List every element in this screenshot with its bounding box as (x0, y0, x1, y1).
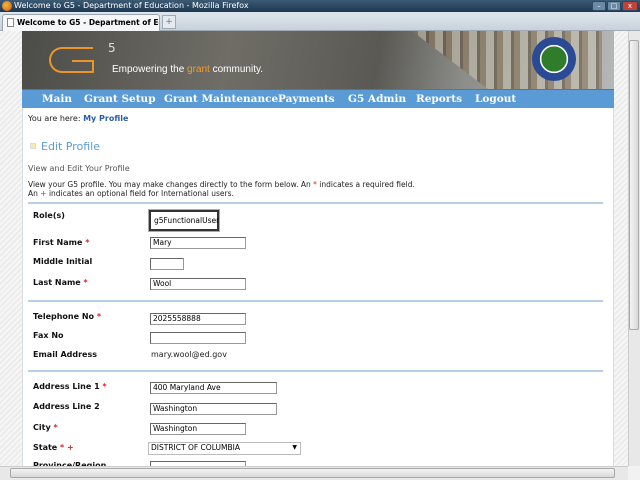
roles-listbox[interactable]: g5FunctionalUser (148, 209, 220, 232)
breadcrumb-prefix: You are here: (28, 114, 81, 123)
fax-label: Fax No (33, 331, 64, 340)
email-label: Email Address (33, 350, 98, 359)
banner: 5 Empowering the grant community. (22, 31, 614, 89)
bullet-icon (30, 143, 36, 149)
roles-label: Role(s) (33, 211, 65, 220)
first-name-input[interactable]: Mary (150, 237, 246, 249)
close-button[interactable]: x (622, 1, 638, 11)
firefox-icon (2, 1, 12, 11)
city-input[interactable]: Washington (150, 423, 246, 435)
department-seal-icon (532, 37, 576, 81)
logo-superscript: 5 (108, 41, 116, 55)
state-label: State * + (33, 443, 74, 452)
nav-main[interactable]: Main (42, 90, 72, 108)
window-title: Welcome to G5 - Department of Education … (14, 1, 249, 10)
divider (28, 202, 603, 204)
nav-grant-setup[interactable]: Grant Setup (84, 90, 156, 108)
address1-input[interactable]: 400 Maryland Ave (150, 382, 277, 394)
nav-reports[interactable]: Reports (416, 90, 462, 108)
state-select[interactable]: DISTRICT OF COLUMBIA ▼ (148, 442, 301, 455)
nav-grant-maintenance[interactable]: Grant Maintenance (164, 90, 278, 108)
tagline-text: Empowering the (112, 64, 188, 75)
minimize-button[interactable]: – (592, 1, 606, 11)
divider (28, 300, 603, 302)
breadcrumb: You are here: My Profile (28, 114, 128, 123)
last-name-label: Last Name * (33, 278, 88, 287)
browser-tab[interactable]: Welcome to G5 - Department of Edu... (2, 14, 160, 31)
fax-input[interactable] (150, 332, 246, 344)
address2-label: Address Line 2 (33, 402, 100, 411)
tagline-text-end: community. (209, 64, 264, 75)
city-label: City * (33, 423, 58, 432)
nav-payments[interactable]: Payments (278, 90, 335, 108)
page-icon (7, 18, 14, 27)
new-tab-button[interactable]: + (162, 15, 176, 29)
horizontal-scroll-thumb[interactable] (10, 468, 615, 478)
intro-line-1: View your G5 profile. You may make chang… (28, 180, 415, 189)
state-value: DISTRICT OF COLUMBIA (151, 443, 240, 452)
email-value: mary.wool@ed.gov (151, 350, 227, 359)
first-name-label: First Name * (33, 238, 90, 247)
tab-label: Welcome to G5 - Department of Edu... (17, 18, 159, 27)
dropdown-arrow-icon: ▼ (292, 444, 297, 451)
tagline: Empowering the grant community. (112, 64, 263, 75)
g5-logo-bar (72, 60, 94, 73)
page-title: Edit Profile (41, 140, 101, 153)
middle-initial-label: Middle Initial (33, 257, 93, 266)
divider (28, 370, 603, 372)
main-nav: Main Grant Setup Grant Maintenance Payme… (22, 89, 614, 108)
breadcrumb-current[interactable]: My Profile (83, 114, 128, 123)
nav-g5-admin[interactable]: G5 Admin (348, 90, 406, 108)
vertical-scroll-thumb[interactable] (629, 40, 639, 330)
address2-input[interactable]: Washington (150, 403, 277, 415)
last-name-input[interactable]: Wool (150, 278, 246, 290)
telephone-input[interactable]: 2025558888 (150, 313, 246, 325)
address1-label: Address Line 1 * (33, 382, 107, 391)
intro-line-2: An + indicates an optional field for Int… (28, 189, 234, 198)
window-title-bar: Welcome to G5 - Department of Education … (0, 0, 640, 12)
maximize-button[interactable]: □ (607, 1, 621, 11)
tagline-highlight: grant (187, 64, 210, 75)
page-subtitle: View and Edit Your Profile (28, 164, 130, 173)
nav-logout[interactable]: Logout (475, 90, 516, 108)
telephone-label: Telephone No * (33, 312, 101, 321)
middle-initial-input[interactable] (150, 258, 184, 270)
